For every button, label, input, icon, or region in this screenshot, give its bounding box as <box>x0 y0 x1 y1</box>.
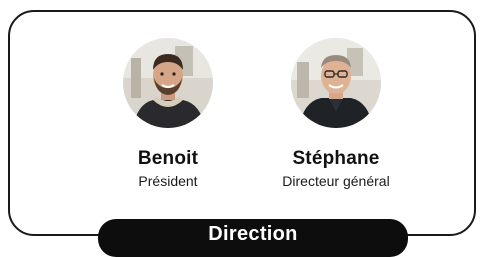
section-label-direction: Direction <box>98 219 408 257</box>
portrait-photo-stephane <box>291 38 381 128</box>
person-role: Directeur général <box>282 173 390 189</box>
portrait-photo-benoit <box>123 38 213 128</box>
avatar-stephane <box>291 38 381 128</box>
person-role: Président <box>138 173 198 189</box>
person-card-stephane: Stéphane Directeur général <box>246 38 426 190</box>
person-name: Benoit <box>137 148 199 169</box>
person-card-benoit: Benoit Président <box>78 38 258 190</box>
person-name: Stéphane <box>292 148 380 169</box>
avatar-benoit <box>123 38 213 128</box>
